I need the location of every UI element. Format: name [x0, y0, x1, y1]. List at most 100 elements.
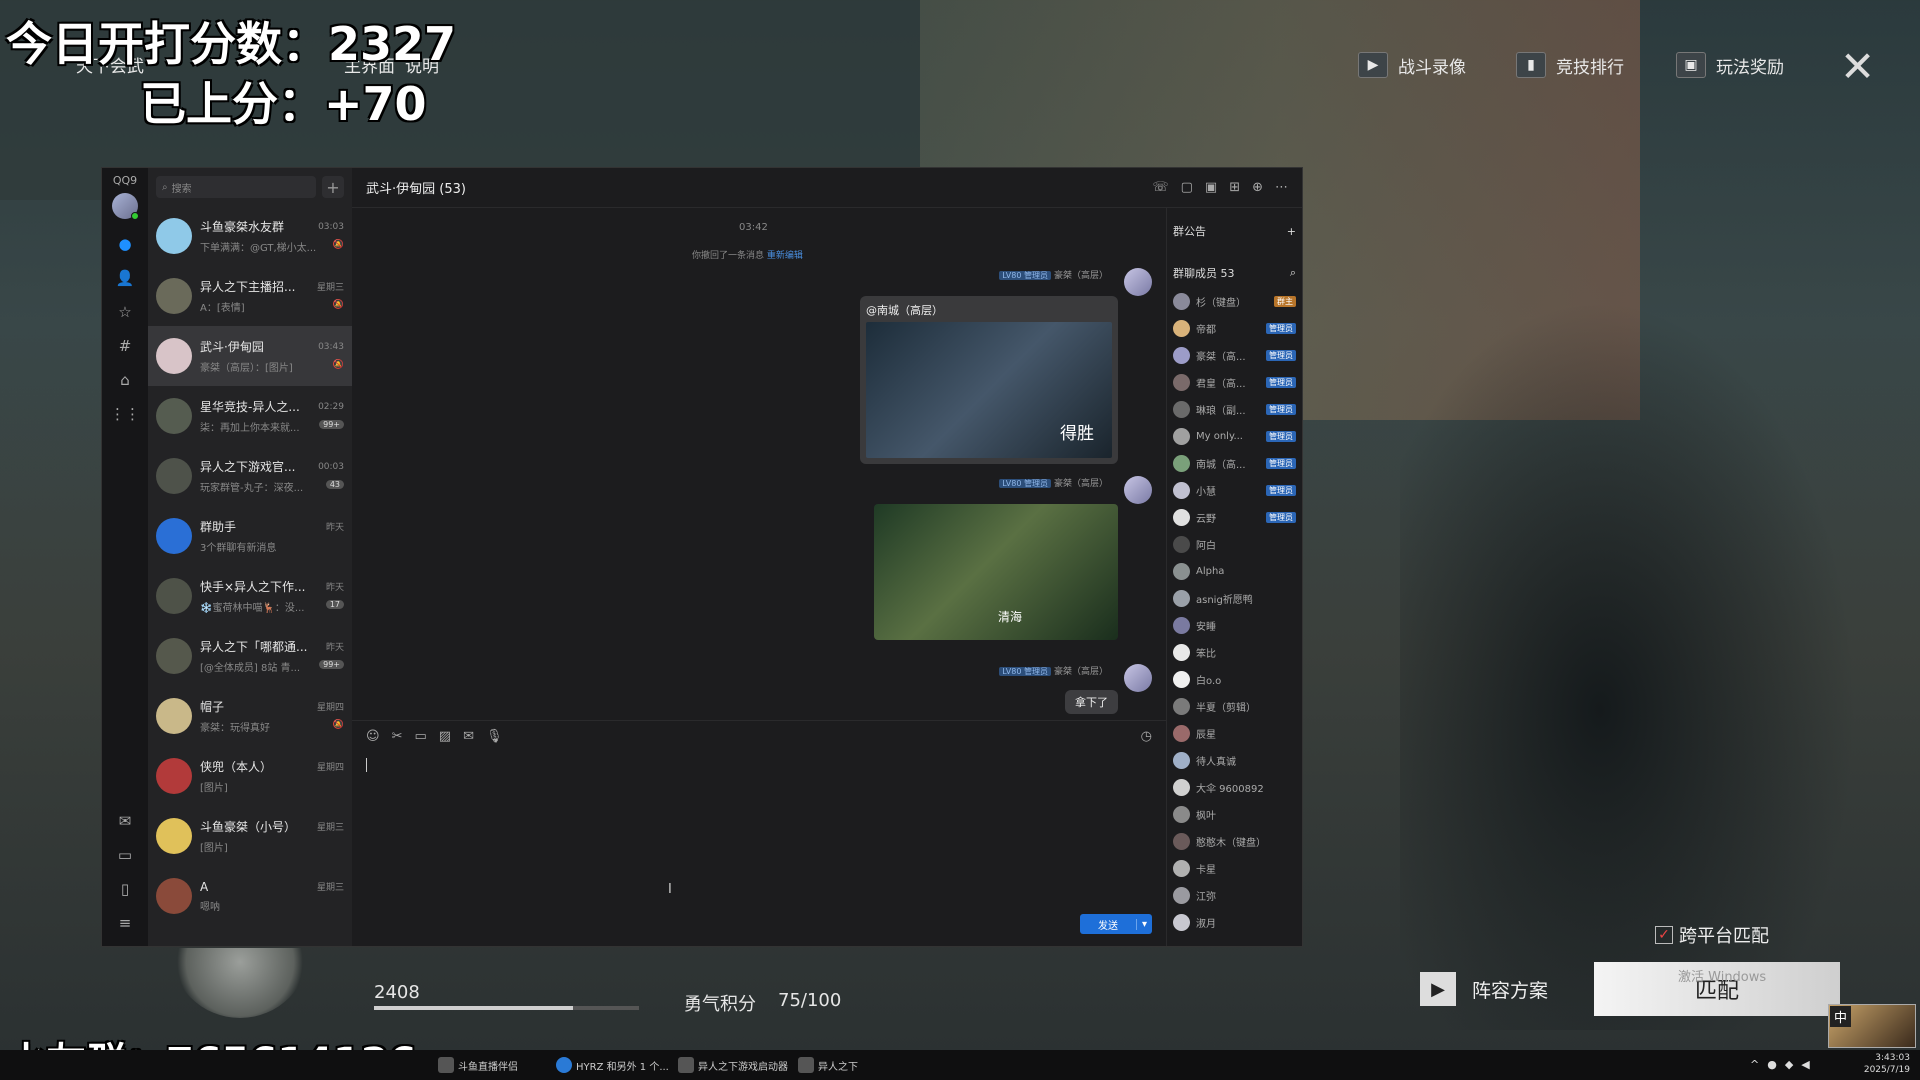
member-item[interactable]: 枫叶	[1173, 801, 1296, 828]
bookmark-icon[interactable]: ▯	[102, 872, 148, 906]
avatar[interactable]	[1124, 476, 1152, 504]
phone-icon[interactable]: ☏	[1152, 180, 1168, 195]
star-icon[interactable]: ☆	[102, 295, 148, 329]
taskbar-item[interactable]: HYRZ 和另外 1 个...	[556, 1057, 669, 1073]
taskbar-item[interactable]: 异人之下	[798, 1057, 858, 1073]
search-icon[interactable]: ⌕	[1290, 266, 1296, 280]
message-input[interactable]: I 发送 ▾	[352, 752, 1166, 946]
microphone-icon[interactable]: 🎙	[486, 729, 503, 744]
member-item[interactable]: 白o.o	[1173, 666, 1296, 693]
role-badge: 管理员	[1266, 431, 1296, 442]
chevron-down-icon[interactable]: ▾	[1136, 918, 1152, 930]
member-item[interactable]: 云野 管理员	[1173, 504, 1296, 531]
member-item[interactable]: 半夏（剪辑）	[1173, 693, 1296, 720]
search-input[interactable]: ⌕ 搜索	[156, 176, 316, 198]
taskbar-item[interactable]: 异人之下游戏启动器	[678, 1057, 788, 1073]
image-icon[interactable]: ▨	[439, 729, 451, 744]
screenshot-image[interactable]: 得胜	[866, 322, 1112, 458]
menu-icon[interactable]: ≡	[102, 906, 148, 940]
conversation-item[interactable]: 群助手 昨天 3个群聊有新消息	[148, 506, 352, 566]
battle-record-button[interactable]: ▶ 战斗录像	[1358, 52, 1466, 78]
close-icon[interactable]: ✕	[1840, 42, 1875, 91]
add-button[interactable]: +	[322, 176, 344, 198]
cross-platform-toggle[interactable]: ✓ 跨平台匹配	[1655, 922, 1769, 948]
member-item[interactable]: 阿白	[1173, 531, 1296, 558]
member-item[interactable]: 卡星	[1173, 855, 1296, 882]
conversation-name: 帽子	[200, 700, 225, 714]
member-item[interactable]: 大伞 9600892	[1173, 774, 1296, 801]
avatar[interactable]	[1124, 664, 1152, 692]
checkbox-icon[interactable]: ✓	[1655, 926, 1673, 944]
chat-main: 03:42 你撤回了一条消息 重新编辑 LV80 管理员 豪桀（高层） @南城（高…	[352, 208, 1302, 946]
folder-icon[interactable]: ▭	[102, 838, 148, 872]
avatar	[156, 278, 192, 314]
member-item[interactable]: 憨憨木（键盘）	[1173, 828, 1296, 855]
lineup-button[interactable]: ▶ 阵容方案	[1420, 972, 1548, 1006]
history-icon[interactable]: ◷	[1141, 729, 1152, 744]
more-icon[interactable]: ⋯	[1275, 180, 1288, 195]
volume-icon[interactable]: ◀	[1801, 1058, 1809, 1071]
member-item[interactable]: 杉（键盘） 群主	[1173, 288, 1296, 315]
conversation-item[interactable]: 武斗·伊甸园 03:43 豪桀（高层）：[图片] 🔕	[148, 326, 352, 386]
text-bubble[interactable]: 拿下了	[1065, 690, 1118, 714]
conversation-item[interactable]: A 星期三 嗯呐	[148, 866, 352, 926]
member-item[interactable]: 江弥	[1173, 882, 1296, 909]
apps-grid-icon[interactable]: ⊞	[1229, 180, 1240, 195]
conversation-item[interactable]: 异人之下游戏官... 00:03 玩家群管-丸子：深夜... 43	[148, 446, 352, 506]
wechat-icon[interactable]: ●	[1767, 1058, 1777, 1071]
member-item[interactable]: 待人真诚	[1173, 747, 1296, 774]
match-button[interactable]: 激活 Windows 匹配	[1594, 962, 1840, 1016]
member-item[interactable]: 琳琅（副... 管理员	[1173, 396, 1296, 423]
member-item[interactable]: 笨比	[1173, 639, 1296, 666]
taskbar-item[interactable]: 斗鱼直播伴侣	[438, 1057, 518, 1073]
conversation-item[interactable]: 异人之下主播招... 星期三 A：[表情] 🔕	[148, 266, 352, 326]
emoji-icon[interactable]: ☺	[366, 729, 380, 744]
reply-card[interactable]: @南城（高层） 得胜	[860, 296, 1118, 464]
member-item[interactable]: 南城（高... 管理员	[1173, 450, 1296, 477]
add-member-icon[interactable]: ⊕	[1252, 180, 1263, 195]
network-icon[interactable]: ◆	[1785, 1058, 1793, 1071]
image-message[interactable]: 清海	[874, 504, 1118, 640]
ime-indicator[interactable]: 中	[1830, 1006, 1852, 1027]
ranking-button[interactable]: ▮ 竞技排行	[1516, 52, 1624, 78]
member-item[interactable]: My only... 管理员	[1173, 423, 1296, 450]
conversation-item[interactable]: 斗鱼豪桀水友群 03:03 下单满满：@GT,梯小太... 🔕	[148, 206, 352, 266]
avatar[interactable]	[1124, 268, 1152, 296]
member-item[interactable]: 君皇（高... 管理员	[1173, 369, 1296, 396]
member-item[interactable]: 帝都 管理员	[1173, 315, 1296, 342]
avatar[interactable]	[112, 193, 139, 220]
folder-icon[interactable]: ▭	[414, 729, 426, 744]
member-item[interactable]: 安睡	[1173, 612, 1296, 639]
mail-icon[interactable]: ✉	[102, 804, 148, 838]
conversation-item[interactable]: 侠兜（本人） 星期四 [图片]	[148, 746, 352, 806]
message-icon[interactable]: ●	[102, 227, 148, 261]
conversation-item[interactable]: 快手×异人之下作... 昨天 ❄️蜜荷林中喵🦌：没... 17	[148, 566, 352, 626]
member-item[interactable]: asnig祈愿鸭	[1173, 585, 1296, 612]
conversation-item[interactable]: 异人之下「哪都通... 昨天 [@全体成员] 8站 青... 99+	[148, 626, 352, 686]
input-toolbar: ☺ ✂ ▭ ▨ ✉ 🎙 ◷	[352, 720, 1166, 752]
member-item[interactable]: 小慧 管理员	[1173, 477, 1296, 504]
member-item[interactable]: Alpha	[1173, 558, 1296, 585]
member-item[interactable]: 淑月	[1173, 909, 1296, 936]
re-edit-link[interactable]: 重新编辑	[767, 251, 803, 261]
conversation-item[interactable]: 帽子 星期四 豪桀：玩得真好 🔕	[148, 686, 352, 746]
scissors-icon[interactable]: ✂	[392, 729, 403, 744]
book-icon[interactable]: ⌂	[102, 363, 148, 397]
member-item[interactable]: 辰星	[1173, 720, 1296, 747]
video-icon[interactable]: ▢	[1181, 180, 1193, 195]
conversation-item[interactable]: 星华竞技-异人之... 02:29 柒：再加上你本来就... 99+	[148, 386, 352, 446]
announcement-title[interactable]: 群公告	[1173, 223, 1206, 239]
plus-icon[interactable]: +	[1287, 225, 1296, 238]
screen-share-icon[interactable]: ▣	[1205, 180, 1217, 195]
chevron-up-icon[interactable]: ^	[1750, 1058, 1759, 1071]
contacts-icon[interactable]: 👤	[102, 261, 148, 295]
channel-icon[interactable]: #	[102, 329, 148, 363]
send-button[interactable]: 发送 ▾	[1080, 914, 1152, 934]
avatar	[1173, 536, 1190, 553]
conversation-item[interactable]: 斗鱼豪桀（小号） 星期三 [图片]	[148, 806, 352, 866]
member-item[interactable]: 豪桀（高... 管理员	[1173, 342, 1296, 369]
apps-icon[interactable]: ⋮⋮	[102, 397, 148, 431]
clock[interactable]: 3:43:03 2025/7/19	[1864, 1052, 1910, 1076]
reward-button[interactable]: ▣ 玩法奖励	[1676, 52, 1784, 78]
envelope-icon[interactable]: ✉	[463, 729, 474, 744]
